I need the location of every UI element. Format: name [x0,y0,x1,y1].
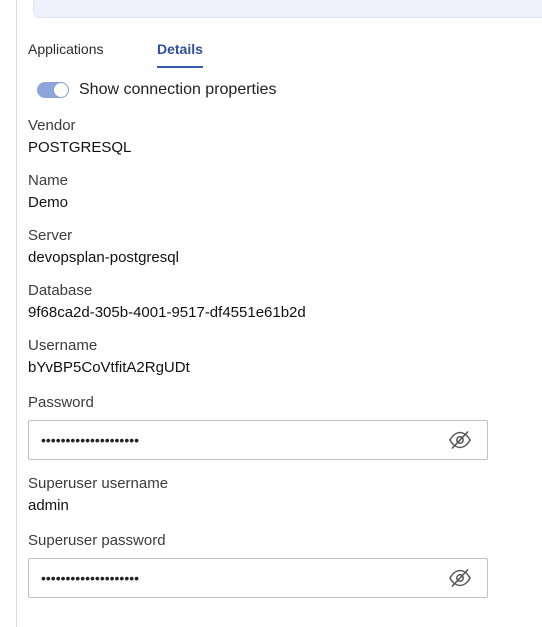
server-value: devopsplan-postgresql [28,249,179,266]
show-connection-properties-toggle[interactable] [37,82,69,98]
toggle-knob [54,83,68,97]
password-masked-value: •••••••••••••••••••• [41,432,140,448]
database-value: 9f68ca2d-305b-4001-9517-df4551e61b2d [28,304,306,321]
password-field[interactable]: •••••••••••••••••••• [28,420,488,460]
username-value: bYvBP5CoVtfitA2RgUDt [28,359,190,376]
name-value: Demo [28,194,69,211]
tab-details[interactable]: Details [157,40,203,68]
vendor-label: Vendor [28,117,76,134]
superuser-username-label: Superuser username [28,475,169,492]
database-label: Database [28,282,93,299]
panel-divider [16,0,17,627]
username-label: Username [28,337,98,354]
connection-details-panel: Applications Details Show connection pro… [0,0,542,627]
eye-slash-icon[interactable] [449,568,471,588]
top-banner [33,0,542,18]
vendor-value: POSTGRESQL [28,139,132,156]
superuser-password-label: Superuser password [28,532,166,549]
superuser-username-value: admin [28,497,69,514]
superuser-password-field[interactable]: •••••••••••••••••••• [28,558,488,598]
password-label: Password [28,394,94,411]
eye-slash-icon[interactable] [449,430,471,450]
name-label: Name [28,172,69,189]
superuser-password-masked-value: •••••••••••••••••••• [41,570,140,586]
server-label: Server [28,227,73,244]
tab-applications[interactable]: Applications [28,40,104,66]
toggle-label: Show connection properties [79,81,277,98]
show-connection-properties-row: Show connection properties [37,80,276,100]
